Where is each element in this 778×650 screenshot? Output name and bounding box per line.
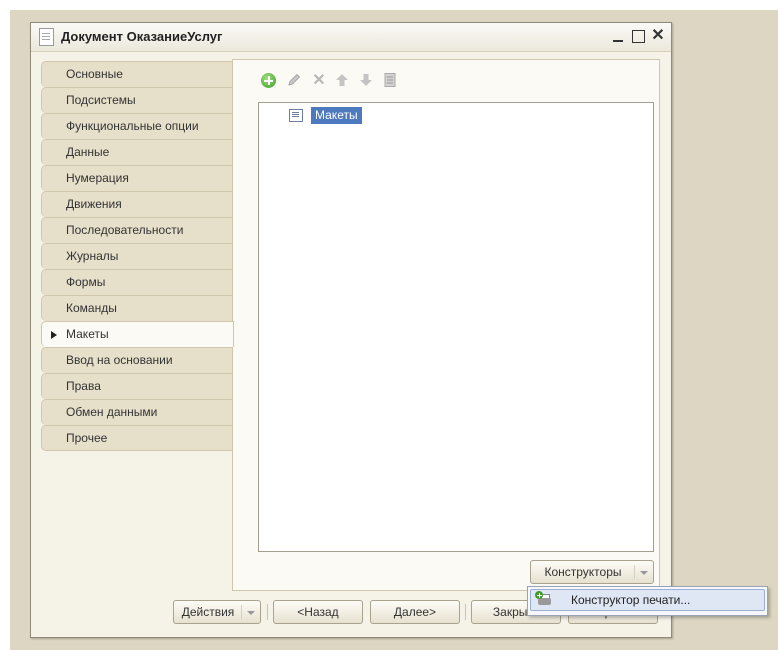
document-window: Документ ОказаниеУслуг ✕ Основные Подсис… xyxy=(30,22,672,638)
menu-item-print-constructor[interactable]: Конструктор печати... xyxy=(530,589,765,611)
tab-label: Обмен данными xyxy=(66,405,158,419)
tab-label: Права xyxy=(66,379,101,393)
maximize-icon xyxy=(632,30,645,43)
document-icon xyxy=(39,28,54,46)
list-icon[interactable] xyxy=(382,72,400,90)
tab-makety[interactable]: Макеты xyxy=(41,321,234,347)
add-icon[interactable] xyxy=(261,73,276,88)
tab-label: Движения xyxy=(66,197,122,211)
tab-label: Команды xyxy=(66,301,117,315)
split-separator xyxy=(241,605,242,619)
actions-label: Действия xyxy=(181,605,235,619)
next-button[interactable]: Далее> xyxy=(370,600,460,624)
printer-body-shape xyxy=(538,598,551,605)
template-folder-icon xyxy=(289,109,303,122)
constructors-button[interactable]: Конструкторы xyxy=(530,560,654,584)
window-title: Документ ОказаниеУслуг xyxy=(61,29,223,44)
tab-label: Данные xyxy=(66,145,110,159)
tab-podsistemy[interactable]: Подсистемы xyxy=(41,87,233,113)
tab-label: Прочее xyxy=(66,431,108,445)
actions-button[interactable]: Действия xyxy=(173,600,261,624)
tab-dannye[interactable]: Данные xyxy=(41,139,233,165)
tab-label: Подсистемы xyxy=(66,93,136,107)
printer-add-icon xyxy=(535,591,553,607)
move-down-icon[interactable] xyxy=(358,72,376,90)
tab-label: Формы xyxy=(66,275,106,289)
tab-label: Функциональные опции xyxy=(66,119,199,133)
minimize-button[interactable] xyxy=(609,26,627,46)
tab-list: Основные Подсистемы Функциональные опции… xyxy=(41,61,234,451)
plus-badge-icon xyxy=(535,591,543,599)
tab-prava[interactable]: Права xyxy=(41,373,233,399)
maximize-button[interactable] xyxy=(629,26,647,46)
tab-label: Последовательности xyxy=(66,223,184,237)
tab-label: Макеты xyxy=(66,327,109,341)
constructors-label: Конструкторы xyxy=(544,565,622,579)
tab-funktsionalnye-optsii[interactable]: Функциональные опции xyxy=(41,113,233,139)
back-button[interactable]: <Назад xyxy=(273,600,363,624)
templates-tree[interactable]: Макеты xyxy=(258,102,654,552)
tab-label: Ввод на основании xyxy=(66,353,173,367)
split-separator xyxy=(634,565,635,579)
chevron-down-icon xyxy=(247,611,255,615)
menu-item-label: Конструктор печати... xyxy=(571,593,691,607)
delete-icon[interactable]: ✕ xyxy=(310,72,328,90)
tab-dvizheniya[interactable]: Движения xyxy=(41,191,233,217)
chevron-down-icon xyxy=(640,571,648,575)
close-window-button[interactable]: ✕ xyxy=(649,26,667,46)
tab-prochee[interactable]: Прочее xyxy=(41,425,233,451)
button-separator xyxy=(267,604,268,620)
tab-label: Нумерация xyxy=(66,171,129,185)
constructors-popup-menu: Конструктор печати... xyxy=(527,586,768,616)
templates-panel: ✕ Макеты Конструкторы xyxy=(232,59,660,591)
title-bar[interactable]: Документ ОказаниеУслуг ✕ xyxy=(31,23,671,52)
button-separator xyxy=(465,604,466,620)
tab-formy[interactable]: Формы xyxy=(41,269,233,295)
minimize-icon xyxy=(613,40,623,42)
active-tab-arrow-icon xyxy=(51,331,57,339)
tab-zhurnaly[interactable]: Журналы xyxy=(41,243,233,269)
move-up-icon[interactable] xyxy=(334,72,352,90)
tab-numeratsiya[interactable]: Нумерация xyxy=(41,165,233,191)
tab-osnovnye[interactable]: Основные xyxy=(41,61,233,87)
tab-label: Основные xyxy=(66,67,123,81)
tab-vvod-na-osnovanii[interactable]: Ввод на основании xyxy=(41,347,233,373)
tab-posledovatelnosti[interactable]: Последовательности xyxy=(41,217,233,243)
tab-obmen-dannymi[interactable]: Обмен данными xyxy=(41,399,233,425)
edit-pencil-icon[interactable] xyxy=(286,72,304,90)
tab-komandy[interactable]: Команды xyxy=(41,295,233,321)
tree-item-label: Макеты xyxy=(311,107,362,124)
tab-label: Журналы xyxy=(66,249,119,263)
